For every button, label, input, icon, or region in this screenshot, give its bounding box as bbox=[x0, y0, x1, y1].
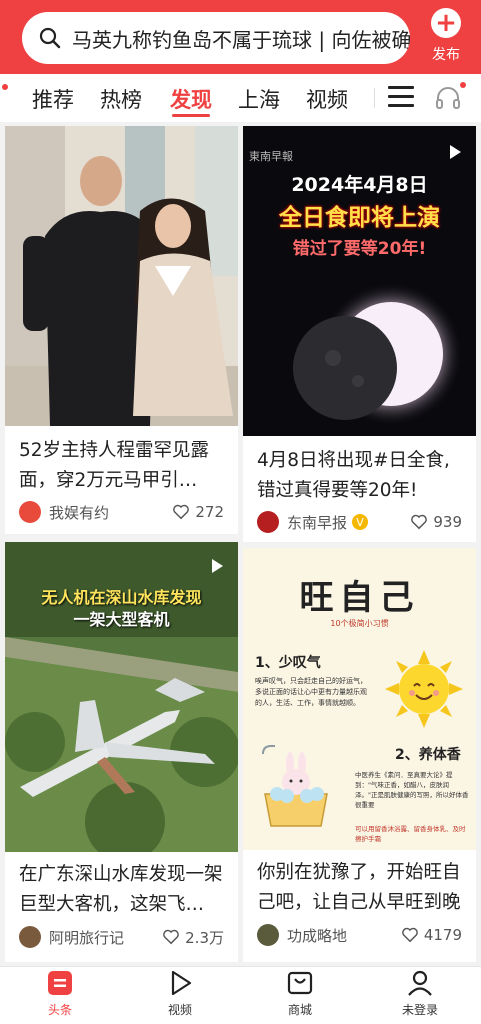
search-hot-query: 马英九称钓鱼岛不属于琉球 | 向佐被确 bbox=[72, 27, 410, 52]
avatar bbox=[257, 511, 279, 533]
like-count[interactable]: 4179 bbox=[401, 923, 462, 947]
home-icon bbox=[48, 971, 72, 995]
like-number: 939 bbox=[433, 513, 462, 531]
shop-icon bbox=[287, 971, 313, 995]
card-title-line-1: 你别在犹豫了，开始旺自 bbox=[257, 862, 461, 883]
nav-video[interactable]: 视频 bbox=[132, 969, 228, 1018]
like-number: 2.3万 bbox=[185, 928, 224, 947]
tab-divider bbox=[374, 88, 375, 108]
heart-icon bbox=[401, 927, 418, 943]
poster-item-2-title: 2、养体香 bbox=[395, 747, 461, 763]
video-play-icon bbox=[450, 145, 461, 159]
tab-recommend[interactable]: 推荐 bbox=[32, 84, 74, 114]
nav-home-label: 头条 bbox=[47, 1003, 72, 1017]
poster-item-1-title: 1、少叹气 bbox=[255, 655, 321, 671]
bottom-navigation: 头条 视频 商城 未登录 bbox=[0, 966, 481, 1024]
tab-video[interactable]: 视频 bbox=[306, 84, 348, 114]
channel-tabs: 推荐 热榜 发现 上海 视频 bbox=[0, 74, 481, 122]
overlay-headline: 全日食即将上演 bbox=[279, 205, 440, 231]
like-number: 4179 bbox=[423, 926, 462, 944]
tab-shanghai[interactable]: 上海 bbox=[238, 84, 280, 114]
card-author[interactable]: 东南早报 V bbox=[257, 510, 369, 534]
publish-label: 发布 bbox=[432, 47, 460, 63]
poster-item-2-text: 中医养生《素问．至真要大论》提到："气味正香，如醋八，皮肤润泽。"正是肌肤健康的… bbox=[355, 771, 469, 809]
verified-badge-icon: V bbox=[352, 514, 369, 530]
bunny-bath-illustration bbox=[262, 745, 328, 827]
like-count[interactable]: 2.3万 bbox=[162, 925, 224, 949]
card-title-line-1: 4月8日将出现#日全食, bbox=[257, 450, 450, 471]
search-bar[interactable]: 马英九称钓鱼岛不属于琉球 | 向佐被确 bbox=[22, 12, 410, 64]
poster-subtitle: 10个极简小习惯 bbox=[330, 619, 389, 628]
heart-icon bbox=[411, 514, 428, 530]
headset-notification-dot bbox=[460, 82, 466, 88]
card-author[interactable]: 阿明旅行记 bbox=[19, 925, 124, 949]
like-count[interactable]: 939 bbox=[410, 510, 462, 534]
tab-hot-list[interactable]: 热榜 bbox=[100, 84, 142, 114]
channel-menu-icon[interactable] bbox=[388, 86, 414, 110]
sun-illustration bbox=[385, 650, 463, 728]
overlay-subheadline: 错过了要等20年! bbox=[292, 239, 427, 259]
headset-icon[interactable] bbox=[434, 84, 462, 112]
card-image: 无人机在深山水库发现 一架大型客机 bbox=[5, 542, 238, 852]
avatar bbox=[19, 501, 41, 523]
nav-video-label: 视频 bbox=[167, 1003, 192, 1017]
author-name: 我娱有约 bbox=[49, 503, 110, 522]
card-title-line-2: 面，穿2万元马甲引… bbox=[19, 470, 198, 491]
author-name: 东南早报 bbox=[287, 513, 348, 532]
nav-home[interactable]: 头条 bbox=[12, 969, 108, 1018]
nav-shop[interactable]: 商城 bbox=[252, 969, 348, 1018]
nav-profile[interactable]: 未登录 bbox=[372, 969, 468, 1018]
notification-dot bbox=[2, 84, 8, 90]
author-name: 阿明旅行记 bbox=[49, 928, 125, 947]
card-title-line-2: 己吧，让自己从早旺到晚 bbox=[257, 892, 461, 913]
card-image bbox=[5, 126, 238, 426]
tab-discover[interactable]: 发现 bbox=[170, 84, 212, 114]
source-watermark: 東南早報 bbox=[249, 150, 293, 163]
poster-item-1-text: 唉声叹气，只会赶走自己的好运气，多说正面的话让心中更有力量越乐观的人，生活、工作… bbox=[255, 677, 367, 707]
overlay-line-1: 无人机在深山水库发现 bbox=[41, 588, 202, 607]
author-name: 功成略地 bbox=[287, 926, 348, 945]
feed-card[interactable]: 旺自己 10个极简小习惯 1、少叹气 唉声叹气，只会赶走自己的好运气，多说正面的… bbox=[243, 548, 476, 962]
people-photo bbox=[5, 126, 238, 426]
card-author[interactable]: 我娱有约 bbox=[19, 500, 109, 524]
poster-title: 旺自己 bbox=[299, 578, 420, 618]
like-number: 272 bbox=[195, 503, 224, 521]
active-tab-indicator bbox=[172, 114, 210, 117]
video-play-icon bbox=[212, 559, 223, 573]
play-icon bbox=[171, 970, 192, 996]
card-author[interactable]: 功成略地 bbox=[257, 923, 347, 947]
search-icon bbox=[39, 27, 61, 49]
feed-card[interactable]: 52岁主持人程雷罕见露 面，穿2万元马甲引… 我娱有约 272 bbox=[5, 126, 238, 534]
avatar bbox=[257, 924, 279, 946]
like-count[interactable]: 272 bbox=[172, 500, 224, 524]
card-image: 東南早報 2024年4月8日 全日食即将上演 错过了要等20年! bbox=[243, 126, 476, 436]
card-image: 旺自己 10个极简小习惯 1、少叹气 唉声叹气，只会赶走自己的好运气，多说正面的… bbox=[243, 548, 476, 850]
heart-icon bbox=[173, 504, 190, 520]
person-icon bbox=[408, 970, 432, 996]
feed-card[interactable]: 東南早報 2024年4月8日 全日食即将上演 错过了要等20年! 4月8日将出现… bbox=[243, 126, 476, 542]
plus-icon: + bbox=[431, 8, 461, 38]
overlay-line-2: 一架大型客机 bbox=[73, 610, 170, 629]
overlay-date: 2024年4月8日 bbox=[291, 174, 428, 196]
card-title-line-1: 在广东深山水库发现一架 bbox=[19, 864, 223, 885]
card-title-line-1: 52岁主持人程雷罕见露 bbox=[19, 440, 210, 461]
avatar bbox=[19, 926, 41, 948]
top-header: 马英九称钓鱼岛不属于琉球 | 向佐被确 + 发布 bbox=[0, 0, 481, 74]
feed-card[interactable]: 无人机在深山水库发现 一架大型客机 在广东深山水库发现一架 巨型大客机，这架飞…… bbox=[5, 542, 238, 962]
poster-item-2-note: 可以用留香沐浴露、留香身体乳、及时擦护手霜 bbox=[355, 825, 466, 843]
nav-profile-label: 未登录 bbox=[401, 1003, 438, 1017]
publish-button[interactable]: + 发布 bbox=[420, 8, 472, 68]
nav-shop-label: 商城 bbox=[287, 1003, 312, 1017]
card-title-line-2: 错过真得要等20年! bbox=[257, 480, 418, 501]
heart-icon bbox=[163, 929, 179, 945]
card-title-line-2: 巨型大客机，这架飞… bbox=[19, 894, 205, 915]
